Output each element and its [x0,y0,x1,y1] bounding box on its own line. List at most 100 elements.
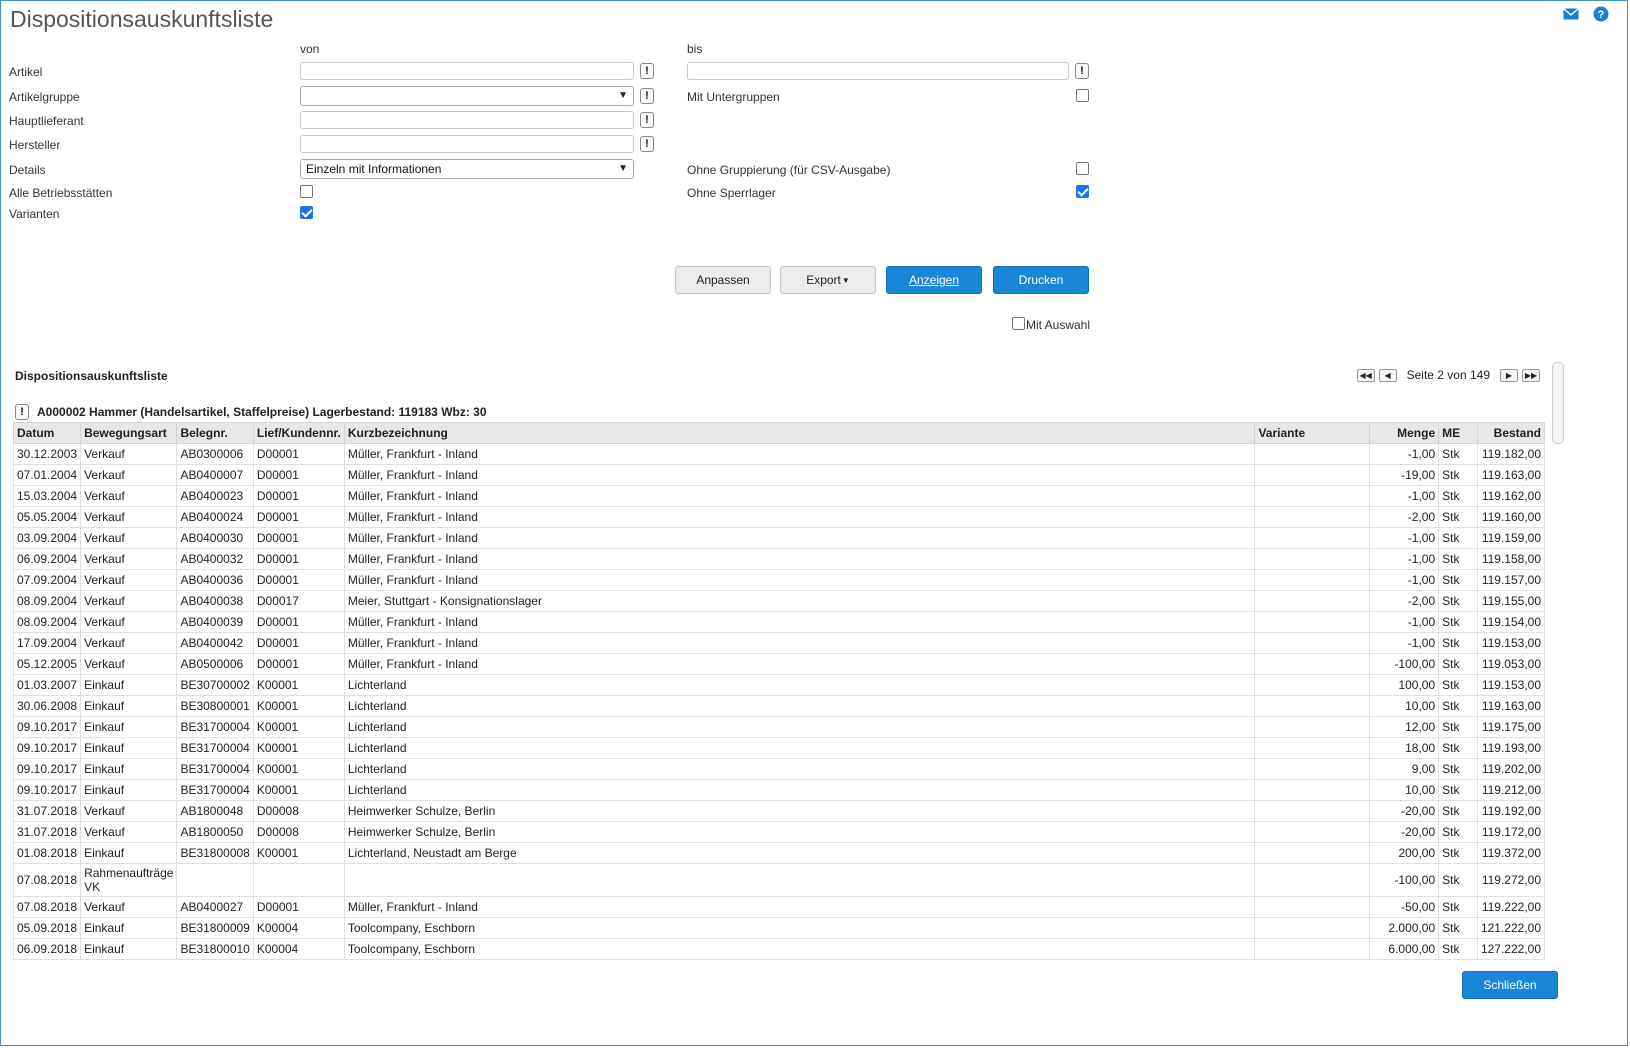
table-row[interactable]: 06.09.2004 Verkauf AB0400032 D00001 Müller, … [12,548,1546,570]
table-row[interactable]: 30.06.2008 Einkauf BE30800001 K00001 Lichter… [12,695,1546,717]
table-row[interactable]: 08.09.2004 Verkauf AB0400038 D00017 Meier, S… [12,590,1546,612]
table-row[interactable]: 05.12.2005 Verkauf AB0500006 D00001 Müller, … [12,653,1546,675]
col-bestand[interactable]: Bestand [1476,422,1546,444]
table-cell: Verkauf [80,653,178,675]
table-cell: -1,00 [1369,632,1440,654]
table-cell: AB0400039 [176,611,254,633]
table-row[interactable]: 01.03.2007 Einkauf BE30700002 K00001 Lichter… [12,674,1546,696]
table-row[interactable]: 05.05.2004 Verkauf AB0400024 D00001 Müller, … [12,506,1546,528]
table-cell: 17.09.2004 [12,632,82,654]
table-cell: Verkauf [80,527,178,549]
table-cell: Toolcompany, Eschborn [343,959,1256,960]
table-cell: 09.10.2017 [12,779,82,801]
table-cell: 31.07.2018 [12,800,82,822]
table-cell: AB0500006 [176,653,254,675]
table-cell [1254,779,1371,801]
table-cell: BE31800011 [176,959,254,960]
table-cell: D00001 [252,896,345,918]
table-cell: Verkauf [80,443,178,465]
table-cell: -1,00 [1369,611,1440,633]
table-cell: AB0400038 [176,590,254,612]
schliessen-button[interactable]: Schließen [1462,971,1558,999]
table-cell: Müller, Frankfurt - Inland [343,569,1256,591]
table-row[interactable]: 07.08.2018 Verkauf AB0400027 D00001 Müller, … [12,896,1546,918]
table-cell [1254,938,1371,960]
table-cell: K00001 [252,716,345,738]
table-cell: D00001 [252,443,345,465]
table-cell: -1,00 [1369,548,1440,570]
table-cell: Stk [1438,443,1478,465]
table-cell: -20,00 [1369,821,1440,843]
table-cell: Stk [1438,737,1478,759]
table-cell: BE31700004 [176,779,254,801]
table-cell: AB0400042 [176,632,254,654]
table-row[interactable]: 06.09.2018 Einkauf BE31800010 K00004 Toolcom… [12,938,1546,960]
table-cell: K00001 [252,758,345,780]
col-kurzbezeichnung[interactable]: Kurzbezeichnung [343,422,1256,444]
table-cell: D00001 [252,611,345,633]
table-cell: Müller, Frankfurt - Inland [343,506,1256,528]
table-row[interactable]: 01.08.2018 Einkauf BE31800008 K00001 Lichter… [12,842,1546,864]
table-row[interactable]: 09.10.2017 Einkauf BE31700004 K00001 Lichter… [12,758,1546,780]
table-row[interactable]: 07.01.2004 Verkauf AB0400007 D00001 Müller, … [12,464,1546,486]
table-cell: Stk [1438,590,1478,612]
table-cell: AB0400032 [176,548,254,570]
table-row[interactable]: 09.10.2017 Einkauf BE31700004 K00001 Lichter… [12,779,1546,801]
table-cell: Stk [1438,779,1478,801]
table-cell: 127.223,00 [1476,959,1546,960]
table-cell: Toolcompany, Eschborn [343,938,1256,960]
table-cell: Lichterland [343,779,1256,801]
table-cell: D00001 [252,464,345,486]
table-cell: Müller, Frankfurt - Inland [343,527,1256,549]
table-row[interactable]: 09.10.2017 Einkauf BE31700004 K00001 Lichter… [12,737,1546,759]
table-cell: Stk [1438,863,1478,897]
table-cell: 119.153,00 [1476,674,1546,696]
table-cell: 18,00 [1369,737,1440,759]
table-cell: AB0400024 [176,506,254,528]
table-row[interactable]: 17.09.2004 Verkauf AB0400042 D00001 Müller, … [12,632,1546,654]
table-row[interactable]: 07.08.2018 Rahmenaufträge VK -100,00 Stk 119… [12,863,1546,897]
table-cell [1254,758,1371,780]
table-row[interactable]: 03.09.2004 Verkauf AB0400030 D00001 Müller, … [12,527,1546,549]
table-cell: 119.163,00 [1476,695,1546,717]
table-cell: Stk [1438,716,1478,738]
col-belegnr[interactable]: Belegnr. [176,422,254,444]
table-row[interactable]: 06.09.2018EinkaufBE31800011K00004Toolcom… [12,959,1546,960]
col-me[interactable]: ME [1438,422,1478,444]
table-row[interactable]: 08.09.2004 Verkauf AB0400039 D00001 Müller, … [12,611,1546,633]
table-cell: 119.053,00 [1476,653,1546,675]
table-cell: 31.07.2018 [12,821,82,843]
table-cell: Müller, Frankfurt - Inland [343,464,1256,486]
table-cell: D00001 [252,548,345,570]
table-row[interactable]: 30.12.2003 Verkauf AB0300006 D00001 Müller, … [12,443,1546,465]
col-datum[interactable]: Datum [12,422,82,444]
col-menge[interactable]: Menge [1369,422,1440,444]
col-bewegungsart[interactable]: Bewegungsart [80,422,178,444]
table-cell: Müller, Frankfurt - Inland [343,548,1256,570]
table-cell: BE31700004 [176,716,254,738]
table-cell [1254,959,1371,960]
col-variante[interactable]: Variante [1254,422,1371,444]
table-row[interactable]: 31.07.2018 Verkauf AB1800050 D00008 Heimwerk… [12,821,1546,843]
table-cell [343,863,1256,897]
table-cell: 07.01.2004 [12,464,82,486]
table-cell: BE31800009 [176,917,254,939]
table-cell: Stk [1438,527,1478,549]
table-cell [1254,821,1371,843]
table-row[interactable]: 09.10.2017 Einkauf BE31700004 K00001 Lichter… [12,716,1546,738]
table-cell: AB1800050 [176,821,254,843]
col-lief-kundennr[interactable]: Lief/Kundennr. [252,422,345,444]
table-cell [1254,695,1371,717]
table-cell: 119.172,00 [1476,821,1546,843]
table-cell: Verkauf [80,800,178,822]
table-cell: AB1800048 [176,800,254,822]
table-row[interactable]: 05.09.2018 Einkauf BE31800009 K00004 Toolcom… [12,917,1546,939]
table-cell: 121.222,00 [1476,917,1546,939]
table-row[interactable]: 07.09.2004 Verkauf AB0400036 D00001 Müller, … [12,569,1546,591]
table-row[interactable]: 15.03.2004 Verkauf AB0400023 D00001 Müller, … [12,485,1546,507]
table-cell: D00001 [252,485,345,507]
table-cell: AB0400023 [176,485,254,507]
table-cell: D00008 [252,800,345,822]
table-row[interactable]: 31.07.2018 Verkauf AB1800048 D00008 Heimwerk… [12,800,1546,822]
table-cell: -2,00 [1369,506,1440,528]
